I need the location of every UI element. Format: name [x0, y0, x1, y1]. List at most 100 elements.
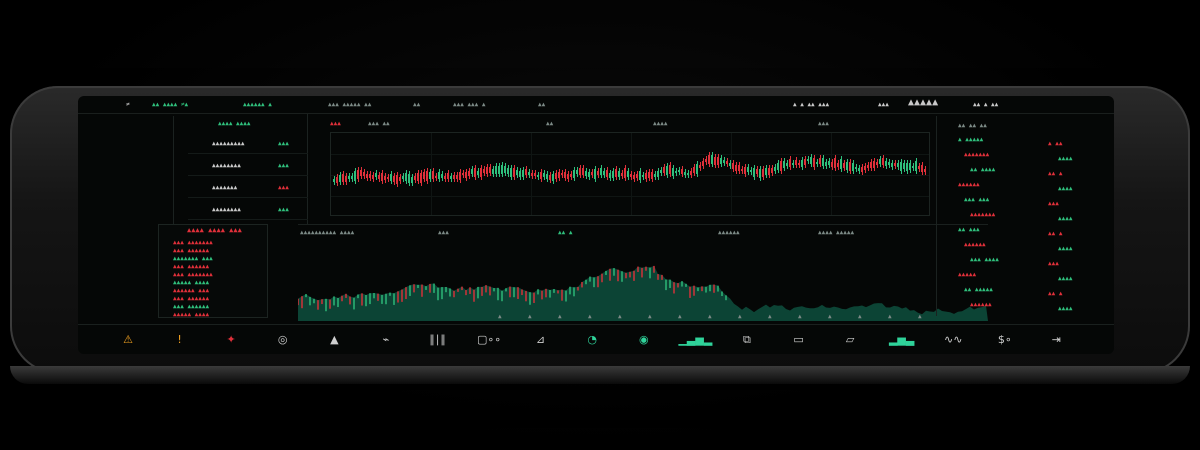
candle	[477, 171, 479, 176]
candlestick-chart[interactable]	[330, 132, 930, 216]
symbol-label: ▲▲▲▲▲▲▲▲	[212, 162, 241, 169]
candle	[372, 174, 374, 180]
order-book-row[interactable]: ▲▲▲▲▲ ▲▲▲▲	[173, 279, 209, 286]
order-book-row[interactable]: ▲▲▲ ▲▲▲▲▲▲	[173, 295, 209, 302]
divider	[936, 116, 937, 316]
chart-header-item[interactable]: ▲▲	[546, 120, 553, 127]
x-tick-label: ▲	[768, 313, 772, 320]
exit-icon[interactable]: ⇥	[1036, 331, 1076, 349]
symbol-value: ▲▲▲	[278, 140, 289, 147]
candle	[360, 169, 362, 177]
candle	[486, 166, 488, 174]
toolbar-item[interactable]: ▲ ▲ ▲▲ ▲▲▲	[793, 101, 829, 108]
grid-line	[331, 154, 929, 155]
candle	[570, 174, 572, 177]
order-book-row[interactable]: ▲▲▲▲▲▲▲ ▲▲▲	[173, 255, 213, 262]
toolbar-item[interactable]: ▲▲	[538, 101, 545, 108]
area-icon[interactable]: ▁▃▅▂	[675, 331, 715, 349]
toolbar-item[interactable]: ≠	[126, 101, 130, 108]
candle	[513, 167, 515, 178]
toolbar-item[interactable]: ▲▲▲ ▲▲▲ ▲	[453, 101, 486, 108]
candle	[450, 175, 452, 179]
depth-row[interactable]: ▲▲▲▲▲▲▲	[964, 151, 989, 158]
toolbar-item[interactable]: ▲▲▲▲▲▲ ▲	[243, 101, 272, 108]
depth-value: ▲▲ ▲	[1048, 170, 1063, 177]
candle	[348, 175, 350, 180]
watchlist-row[interactable]: ▲▲▲▲▲▲▲▲ ▲▲▲	[188, 154, 308, 176]
chart-header-item[interactable]: ▲▲▲▲	[653, 120, 667, 127]
watchlist-row[interactable]: ▲▲▲▲▲▲▲▲▲ ▲▲▲	[188, 132, 308, 154]
x-tick-label: ▲	[528, 313, 532, 320]
toolbar-item[interactable]: ▲▲▲ ▲▲▲▲▲ ▲▲	[328, 101, 371, 108]
chart-header-item[interactable]: ▲▲▲ ▲▲	[368, 120, 390, 127]
depth-row[interactable]: ▲▲▲▲▲▲	[958, 181, 980, 188]
wave-icon[interactable]: ⊿	[521, 331, 561, 349]
pulse-icon[interactable]: ∿∿	[933, 331, 973, 349]
candle	[483, 169, 485, 173]
spark-icon[interactable]: ▂▅▃	[882, 331, 922, 349]
candle	[393, 176, 395, 182]
depth-row[interactable]: ▲▲ ▲▲▲▲▲	[964, 286, 993, 293]
volume-area-chart[interactable]: ▲▲▲▲▲▲▲▲▲▲ ▲▲▲▲ ▲▲▲ ▲▲ ▲ ▲▲▲▲▲▲ ▲▲▲▲ ▲▲▲…	[298, 224, 988, 321]
depth-row[interactable]: ▲ ▲▲▲▲▲	[958, 136, 983, 143]
order-book-row[interactable]: ▲▲▲ ▲▲▲▲▲▲▲	[173, 239, 213, 246]
candle	[591, 171, 593, 175]
depth-row[interactable]: ▲▲▲▲▲▲	[970, 301, 992, 308]
depth-row[interactable]: ▲▲▲▲▲	[958, 271, 976, 278]
depth-row[interactable]: ▲▲▲▲▲▲	[964, 241, 986, 248]
candle	[462, 173, 464, 176]
watchlist-row[interactable]: ▲▲▲▲▲▲▲▲ ▲▲▲	[188, 198, 308, 220]
refresh-icon[interactable]: ◉	[624, 331, 664, 349]
order-book-row[interactable]: ▲▲▲▲▲ ▲▲▲▲	[173, 311, 209, 318]
panel-icon[interactable]: ▱	[830, 331, 870, 349]
candle	[867, 165, 869, 169]
candle	[603, 170, 605, 176]
dollar-icon[interactable]: $∘	[985, 331, 1025, 349]
info-icon[interactable]: !	[160, 331, 200, 349]
candle	[612, 171, 614, 178]
depth-row[interactable]: ▲▲ ▲▲▲	[958, 226, 980, 233]
candle	[456, 174, 458, 180]
square-icon[interactable]: ▭	[779, 331, 819, 349]
depth-row[interactable]: ▲▲▲▲▲▲▲	[970, 211, 995, 218]
watchlist-row[interactable]: ▲▲▲▲▲▲▲ ▲▲▲	[188, 176, 308, 198]
depth-value: ▲▲▲▲	[1058, 275, 1073, 282]
candle	[597, 170, 599, 176]
box-icon[interactable]: ▢∘∘	[469, 331, 509, 349]
candle	[606, 169, 608, 178]
candle	[444, 176, 446, 179]
toolbar-item[interactable]: ▲▲	[413, 101, 420, 108]
depth-row[interactable]: ▲▲▲ ▲▲▲▲	[970, 256, 999, 263]
depth-row[interactable]: ▲▲ ▲▲▲▲	[970, 166, 995, 173]
candle	[480, 168, 482, 178]
toolbar-item[interactable]: ▲▲▲	[878, 101, 889, 108]
toolbar-item[interactable]: ▲▲ ▲ ▲▲	[973, 101, 998, 108]
candle	[708, 155, 710, 164]
candle	[657, 171, 659, 177]
chart-header-item[interactable]: ▲▲▲	[330, 120, 341, 127]
trend-icon[interactable]: ⌁	[366, 331, 406, 349]
order-book-row[interactable]: ▲▲▲ ▲▲▲▲▲▲	[173, 303, 209, 310]
layers-icon[interactable]: ⧉	[727, 331, 767, 349]
triangle-icon[interactable]: ▲	[314, 331, 354, 349]
alert-icon[interactable]: ⚠	[108, 331, 148, 349]
order-book-row[interactable]: ▲▲▲▲▲▲ ▲▲▲	[173, 287, 209, 294]
candle	[855, 166, 857, 170]
globe-icon[interactable]: ◎	[263, 331, 303, 349]
toolbar-item[interactable]: ▲▲ ▲▲▲▲ ≠▲	[152, 101, 188, 108]
bars-icon[interactable]: ∥∣∥	[417, 331, 457, 349]
flame-icon[interactable]: ✦	[211, 331, 251, 349]
order-book-row[interactable]: ▲▲▲ ▲▲▲▲▲▲	[173, 247, 209, 254]
order-book-row[interactable]: ▲▲▲ ▲▲▲▲▲▲▲	[173, 271, 213, 278]
candle	[642, 174, 644, 178]
depth-row[interactable]: ▲▲▲ ▲▲▲	[964, 196, 989, 203]
dial-icon[interactable]: ◔	[572, 331, 612, 349]
chart-header-item[interactable]: ▲▲▲	[818, 120, 829, 127]
candle	[555, 172, 557, 179]
order-book-row[interactable]: ▲▲▲ ▲▲▲▲▲▲	[173, 263, 209, 270]
candle	[621, 173, 623, 176]
candle	[627, 171, 629, 177]
candle	[777, 163, 779, 171]
candle	[804, 158, 806, 165]
candle	[822, 158, 824, 167]
